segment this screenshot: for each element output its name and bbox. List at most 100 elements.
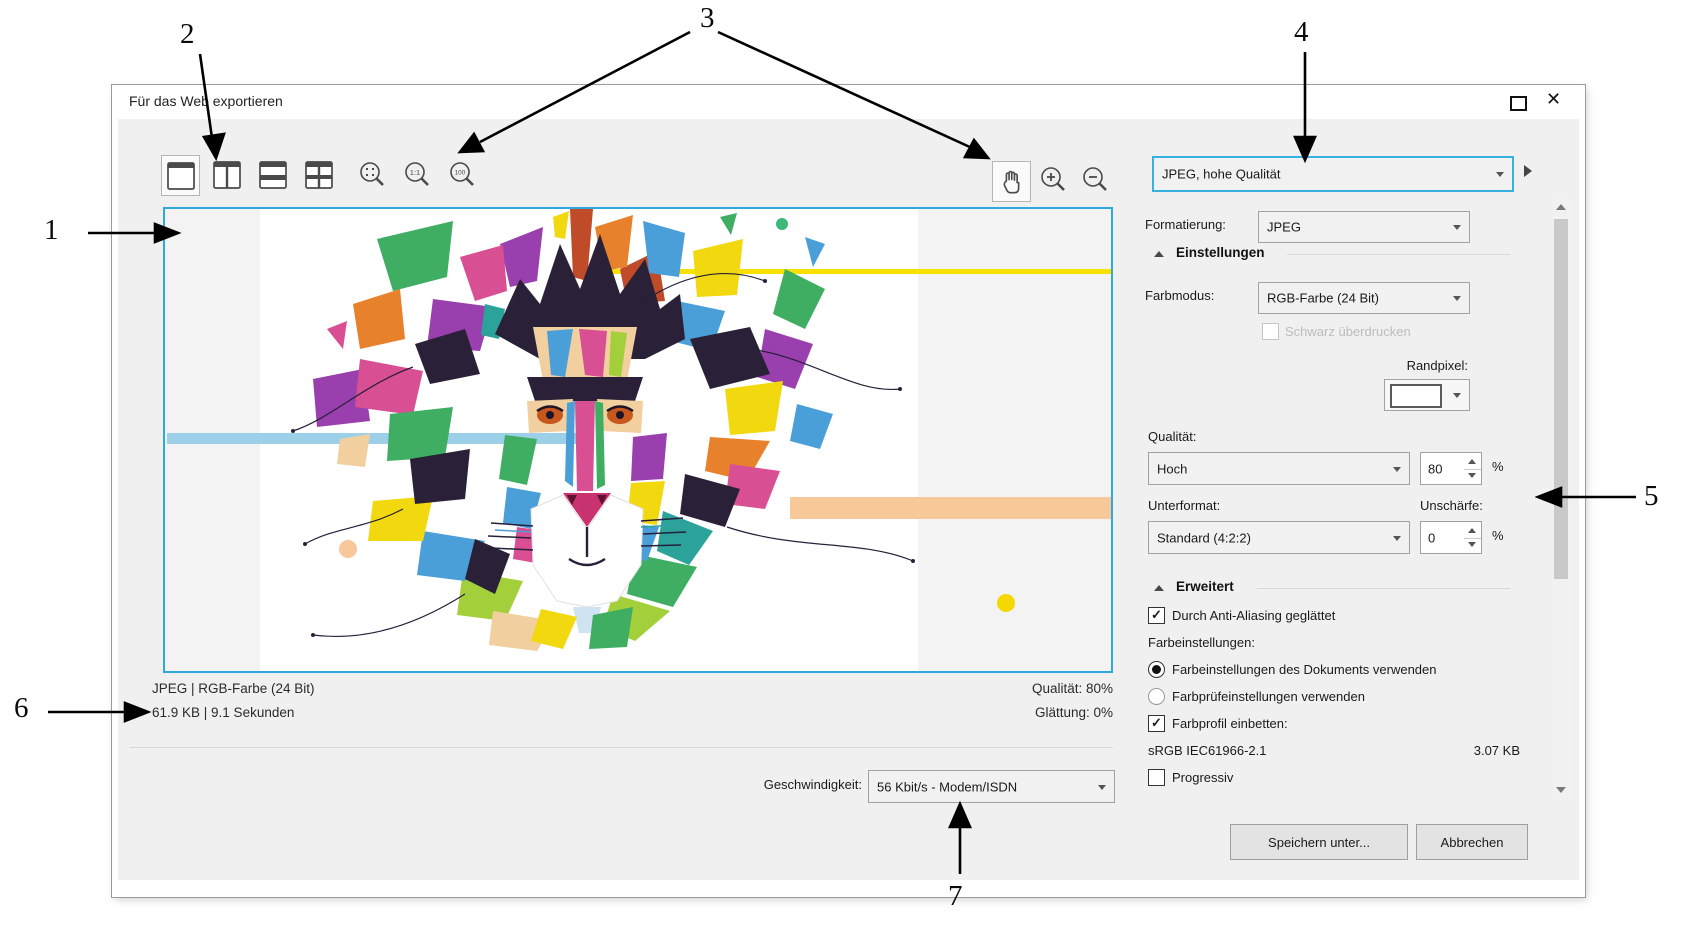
horizontal-split-icon bbox=[258, 160, 287, 189]
quality-percent-input[interactable]: 80 bbox=[1420, 452, 1466, 485]
scroll-down-icon[interactable] bbox=[1556, 787, 1566, 793]
annotation-3: 3 bbox=[700, 2, 715, 34]
preview-layout-quad-button[interactable] bbox=[300, 155, 337, 194]
zoom-100-button[interactable]: 100 bbox=[445, 158, 479, 192]
dialog-title: Für das Web exportieren bbox=[129, 93, 283, 109]
overprint-checkbox[interactable] bbox=[1262, 323, 1279, 340]
spinner-divider bbox=[1464, 537, 1481, 539]
dropdown-arrow-icon bbox=[1098, 784, 1106, 790]
dropdown-arrow-icon bbox=[1496, 172, 1504, 177]
preview-layout-horizontal-split-button[interactable] bbox=[254, 155, 291, 194]
proof-color-label: Farbprüfeinstellungen verwenden bbox=[1172, 689, 1365, 704]
blur-percent-input[interactable]: 0 bbox=[1420, 521, 1466, 554]
quality-label: Qualität: bbox=[1148, 429, 1197, 444]
scrollbar-thumb[interactable] bbox=[1554, 219, 1568, 579]
spinner-up-icon[interactable] bbox=[1468, 528, 1476, 533]
zoom-1-1-icon: 1:1 bbox=[405, 162, 429, 186]
svg-text:1:1: 1:1 bbox=[410, 168, 420, 177]
quality-percent-value: 80 bbox=[1428, 461, 1443, 476]
annotation-5: 5 bbox=[1644, 480, 1659, 512]
peach-bar bbox=[790, 497, 1111, 519]
colormode-value: RGB-Farbe (24 Bit) bbox=[1267, 290, 1379, 306]
edgepixel-label: Randpixel: bbox=[1406, 358, 1468, 373]
embed-profile-checkbox[interactable]: ✓ bbox=[1148, 715, 1165, 732]
blur-value: 0 bbox=[1428, 530, 1436, 545]
quality-value: Hoch bbox=[1157, 461, 1188, 476]
format-value: JPEG bbox=[1267, 219, 1301, 235]
preset-value: JPEG, hohe Qualität bbox=[1162, 166, 1281, 182]
edgepixel-color-picker[interactable] bbox=[1384, 379, 1470, 411]
svg-text:100: 100 bbox=[455, 170, 466, 177]
dropdown-arrow-icon bbox=[1453, 225, 1461, 230]
preview-layout-vertical-split-button[interactable] bbox=[208, 155, 245, 194]
blur-percent-sign: % bbox=[1492, 528, 1504, 543]
settings-header: Einstellungen bbox=[1176, 245, 1265, 260]
profile-name: sRGB IEC61966-2.1 bbox=[1148, 743, 1267, 758]
spinner-down-icon[interactable] bbox=[1468, 473, 1476, 478]
zoom-out-icon bbox=[1083, 167, 1107, 191]
dropdown-arrow-icon bbox=[1393, 466, 1401, 472]
dropdown-arrow-icon bbox=[1453, 393, 1461, 398]
speed-dropdown[interactable]: 56 Kbit/s - Modem/ISDN bbox=[868, 770, 1115, 803]
preset-dropdown[interactable]: JPEG, hohe Qualität bbox=[1152, 156, 1514, 192]
document-color-radio[interactable] bbox=[1148, 661, 1165, 678]
cancel-button[interactable]: Abbrechen bbox=[1416, 824, 1528, 860]
zoom-to-fit-button[interactable] bbox=[355, 158, 389, 192]
collapse-advanced-icon[interactable] bbox=[1154, 585, 1164, 591]
spinner-up-icon[interactable] bbox=[1468, 459, 1476, 464]
quality-spinner[interactable] bbox=[1464, 452, 1482, 485]
spinner-down-icon[interactable] bbox=[1468, 542, 1476, 547]
title-bar: Für das Web exportieren ✕ bbox=[112, 85, 1585, 119]
blur-spinner[interactable] bbox=[1464, 521, 1482, 554]
proof-color-radio[interactable] bbox=[1148, 688, 1165, 705]
export-for-web-dialog: Für das Web exportieren ✕ 1:1 100 JPEG, … bbox=[112, 85, 1585, 897]
quality-percent-sign: % bbox=[1492, 459, 1504, 474]
progressive-checkbox[interactable] bbox=[1148, 769, 1165, 786]
vertical-split-icon bbox=[212, 160, 241, 189]
colormode-label: Farbmodus: bbox=[1145, 288, 1215, 303]
format-label: Formatierung: bbox=[1145, 217, 1226, 232]
embed-profile-label: Farbprofil einbetten: bbox=[1172, 716, 1288, 731]
collapse-settings-icon[interactable] bbox=[1154, 251, 1164, 257]
antialias-checkbox[interactable]: ✓ bbox=[1148, 607, 1165, 624]
colormode-dropdown[interactable]: RGB-Farbe (24 Bit) bbox=[1258, 282, 1470, 314]
subformat-dropdown[interactable]: Standard (4:2:2) bbox=[1148, 521, 1410, 554]
annotation-6: 6 bbox=[14, 692, 29, 724]
maximize-icon[interactable] bbox=[1510, 96, 1527, 111]
page: Für das Web exportieren ✕ 1:1 100 JPEG, … bbox=[0, 0, 1705, 937]
color-swatch bbox=[1390, 384, 1442, 408]
quad-pane-icon bbox=[304, 160, 333, 189]
advanced-rule bbox=[1257, 588, 1510, 589]
annotation-4: 4 bbox=[1294, 16, 1309, 48]
speed-value: 56 Kbit/s - Modem/ISDN bbox=[877, 779, 1018, 794]
close-icon[interactable]: ✕ bbox=[1546, 89, 1561, 110]
status-format: JPEG | RGB-Farbe (24 Bit) bbox=[152, 681, 315, 696]
status-smoothing: Glättung: 0% bbox=[1034, 705, 1113, 720]
pan-tool-button[interactable] bbox=[992, 161, 1031, 202]
zoom-100-icon: 100 bbox=[450, 162, 474, 186]
format-dropdown[interactable]: JPEG bbox=[1258, 211, 1470, 243]
zoom-in-button[interactable] bbox=[1036, 163, 1070, 197]
advanced-header: Erweitert bbox=[1176, 579, 1234, 594]
preview-layout-single-button[interactable] bbox=[161, 155, 200, 196]
spinner-divider bbox=[1464, 468, 1481, 470]
status-quality: Qualität: 80% bbox=[1031, 681, 1113, 696]
settings-rule bbox=[1287, 254, 1510, 255]
scroll-up-icon[interactable] bbox=[1556, 204, 1566, 210]
single-pane-icon bbox=[166, 161, 195, 190]
speed-label: Geschwindigkeit: bbox=[763, 777, 862, 792]
dropdown-arrow-icon bbox=[1393, 535, 1401, 541]
preview-area[interactable] bbox=[163, 207, 1113, 673]
save-as-button[interactable]: Speichern unter... bbox=[1230, 824, 1408, 860]
zoom-out-button[interactable] bbox=[1078, 163, 1112, 197]
blur-label: Unschärfe: bbox=[1420, 498, 1483, 513]
subformat-value: Standard (4:2:2) bbox=[1157, 530, 1251, 545]
panel-scrollbar[interactable] bbox=[1552, 197, 1570, 800]
quality-dropdown[interactable]: Hoch bbox=[1148, 452, 1410, 485]
zoom-1-1-button[interactable]: 1:1 bbox=[400, 158, 434, 192]
zoom-fit-icon bbox=[360, 162, 384, 186]
divider bbox=[130, 747, 1113, 748]
annotation-2: 2 bbox=[180, 18, 195, 50]
preset-expand-icon[interactable] bbox=[1524, 165, 1532, 177]
hand-icon bbox=[1003, 170, 1019, 194]
